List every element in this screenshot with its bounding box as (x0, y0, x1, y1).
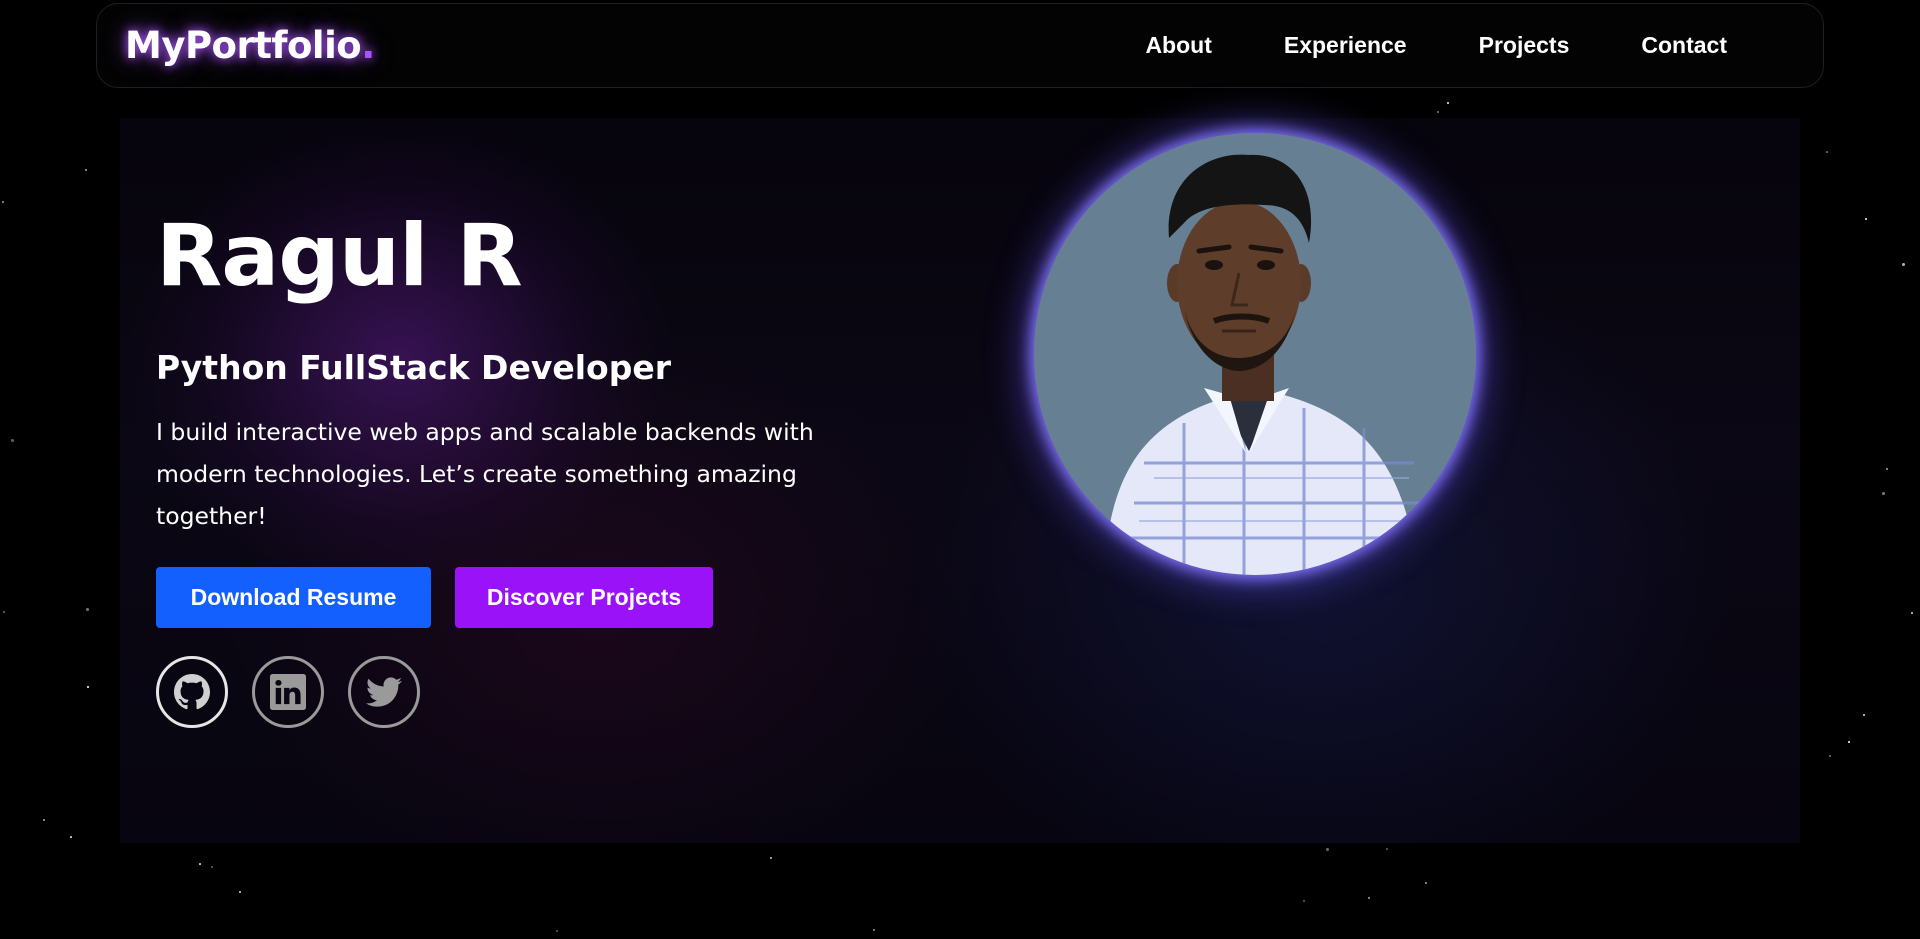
download-resume-button[interactable]: Download Resume (156, 567, 431, 628)
nav-links: About Experience Projects Contact (1145, 32, 1727, 59)
social-links (156, 656, 420, 728)
linkedin-icon (270, 674, 306, 710)
nav-link-about[interactable]: About (1145, 32, 1211, 59)
star (770, 857, 772, 859)
star (1437, 111, 1439, 113)
star (1865, 218, 1867, 220)
linkedin-link[interactable] (252, 656, 324, 728)
brand-dot: . (361, 24, 375, 67)
brand-name: MyPortfolio (125, 24, 362, 67)
star (211, 866, 213, 868)
nav-link-contact[interactable]: Contact (1641, 32, 1727, 59)
star (1826, 151, 1828, 153)
star (2, 201, 4, 203)
hero-role: Python FullStack Developer (156, 348, 671, 387)
star (1303, 900, 1305, 902)
discover-projects-button[interactable]: Discover Projects (455, 567, 713, 628)
star (87, 686, 89, 688)
star (1886, 468, 1888, 470)
star (85, 169, 87, 171)
hero-name: Ragul R (156, 206, 523, 306)
hero-section: Ragul R Python FullStack Developer I bui… (120, 118, 1800, 843)
star (1882, 492, 1885, 495)
star (1368, 897, 1370, 899)
profile-photo (1034, 133, 1476, 575)
github-link[interactable] (156, 656, 228, 728)
star (1829, 755, 1831, 757)
star (3, 611, 5, 613)
star (1326, 848, 1329, 851)
brand-logo[interactable]: MyPortfolio. (125, 24, 375, 67)
twitter-link[interactable] (348, 656, 420, 728)
nav-link-projects[interactable]: Projects (1479, 32, 1570, 59)
navbar: MyPortfolio. About Experience Projects C… (96, 3, 1824, 88)
star (556, 930, 558, 932)
star (1425, 882, 1427, 884)
star (86, 608, 89, 611)
hero-description: I build interactive web apps and scalabl… (156, 418, 814, 530)
star (1848, 741, 1850, 743)
github-icon (174, 674, 210, 710)
portfolio-page: MyPortfolio. About Experience Projects C… (0, 0, 1920, 939)
star (1386, 848, 1388, 850)
star (199, 863, 201, 865)
star (43, 819, 45, 821)
twitter-icon (366, 677, 402, 707)
star (1447, 102, 1449, 104)
star (1863, 714, 1865, 716)
profile-photo-illustration (1034, 133, 1476, 575)
star (873, 929, 875, 931)
star (11, 439, 14, 442)
star (239, 891, 241, 893)
star (70, 836, 72, 838)
star (1911, 612, 1913, 614)
star (1902, 263, 1905, 266)
nav-link-experience[interactable]: Experience (1284, 32, 1407, 59)
